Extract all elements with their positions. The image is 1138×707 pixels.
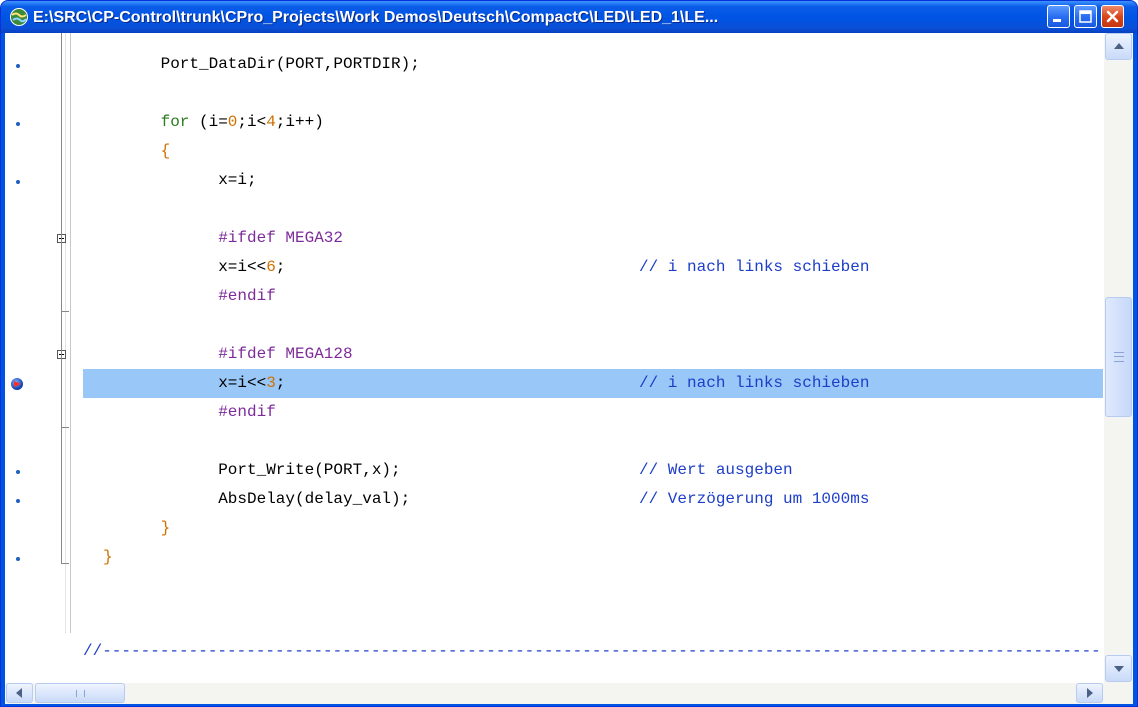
code-token: #ifdef MEGA128	[218, 345, 353, 363]
code-line[interactable]: #endif	[83, 282, 1103, 311]
code-token: }	[103, 548, 113, 566]
current-code-line[interactable]: x=i<< 3; // i nach links schieben	[83, 369, 1103, 398]
line-marker-dot[interactable]	[16, 64, 20, 68]
scroll-right-button[interactable]	[1076, 683, 1103, 703]
line-marker-dot[interactable]	[16, 557, 20, 561]
line-marker-dot[interactable]	[16, 180, 20, 184]
scroll-left-button[interactable]	[6, 683, 33, 703]
vertical-scroll-thumb[interactable]	[1105, 297, 1132, 417]
scroll-down-arrow-icon	[1114, 666, 1124, 672]
code-token: ;i++)	[275, 113, 324, 131]
scroll-right-arrow-icon	[1087, 688, 1093, 698]
editor-window: E:\SRC\CP-Control\trunk\CPro_Projects\Wo…	[0, 0, 1138, 707]
code-line[interactable]: x=i;	[83, 166, 1103, 195]
app-globe-icon[interactable]	[9, 7, 29, 27]
code-line[interactable]: #endif	[83, 398, 1103, 427]
code-token: }	[160, 519, 171, 537]
separator-comment: //--------------------------------------…	[83, 642, 1103, 660]
size-grip[interactable]	[1104, 683, 1133, 704]
code-line[interactable]: Port_Write(PORT,x); // Wert ausgeben	[83, 456, 1103, 485]
scroll-left-arrow-icon	[16, 688, 22, 698]
code-token: 4	[266, 113, 276, 131]
code-token: ;	[275, 258, 286, 276]
scroll-down-button[interactable]	[1105, 655, 1132, 682]
code-token: x=i<<	[218, 374, 267, 392]
scroll-up-button[interactable]	[1105, 33, 1132, 60]
code-token: 6	[266, 258, 276, 276]
code-token: 3	[266, 374, 276, 392]
close-icon	[1106, 10, 1119, 23]
scroll-up-arrow-icon	[1114, 43, 1124, 49]
code-line[interactable]: }	[83, 514, 1103, 543]
code-comment: // Wert ausgeben	[639, 461, 793, 479]
code-line[interactable]: {	[83, 137, 1103, 166]
current-position-arrow-icon	[11, 378, 23, 390]
code-token: AbsDelay(delay_val);	[218, 490, 411, 508]
minimize-button[interactable]	[1047, 5, 1070, 28]
code-area[interactable]: Port_DataDir(PORT,PORTDIR);for (i= 0 ;i< 4;…	[83, 33, 1103, 633]
close-button[interactable]	[1101, 5, 1124, 28]
code-line[interactable]: x=i<< 6; // i nach links schieben	[83, 253, 1103, 282]
line-marker-dot[interactable]	[16, 470, 20, 474]
window-title: E:\SRC\CP-Control\trunk\CPro_Projects\Wo…	[33, 9, 719, 26]
code-comment: // i nach links schieben	[639, 258, 870, 276]
line-marker-dot[interactable]	[16, 499, 20, 503]
code-line[interactable]: for (i= 0 ;i< 4 ;i++)	[83, 108, 1103, 137]
grip-icon	[1114, 352, 1124, 362]
fold-end-marker	[61, 311, 69, 312]
code-line[interactable]: Port_DataDir(PORT,PORTDIR);	[83, 50, 1103, 79]
maximize-button[interactable]	[1074, 5, 1097, 28]
maximize-icon	[1079, 10, 1092, 23]
code-token: 0	[227, 113, 238, 131]
code-token: #endif	[218, 403, 276, 421]
code-token: #endif	[218, 287, 276, 305]
code-comment: // i nach links schieben	[639, 374, 870, 392]
code-token: for	[160, 113, 190, 131]
code-comment: // Verzögerung um 1000ms	[639, 490, 870, 508]
code-token: Port_DataDir(PORT,PORTDIR);	[160, 55, 420, 73]
function-fold-end	[61, 563, 69, 564]
grip-icon	[76, 690, 85, 697]
code-token: ;i<	[237, 113, 267, 131]
code-token: x=i;	[218, 171, 257, 189]
title-bar[interactable]: E:\SRC\CP-Control\trunk\CPro_Projects\Wo…	[1, 1, 1137, 33]
fold-end-marker	[61, 427, 69, 428]
horizontal-scrollbar[interactable]	[5, 683, 1104, 704]
code-token: Port_Write(PORT,x);	[218, 461, 401, 479]
code-token: {	[160, 142, 171, 160]
code-line[interactable]: AbsDelay(delay_val); // Verzögerung um 10…	[83, 485, 1103, 514]
editor-client-area: Port_DataDir(PORT,PORTDIR);for (i= 0 ;i< 4;…	[5, 33, 1133, 704]
fold-divider	[70, 33, 71, 633]
minimize-icon	[1053, 19, 1061, 22]
code-token: ;	[275, 374, 286, 392]
code-token: #ifdef MEGA32	[218, 229, 344, 247]
code-line[interactable]: #ifdef MEGA128	[83, 340, 1103, 369]
gutter-divider	[65, 33, 66, 633]
horizontal-scroll-thumb[interactable]	[35, 683, 125, 703]
function-fold-line	[61, 33, 62, 563]
code-line[interactable]: #ifdef MEGA32	[83, 224, 1103, 253]
line-marker-dot[interactable]	[16, 122, 20, 126]
vertical-scrollbar[interactable]	[1104, 33, 1133, 683]
code-token: (i=	[189, 113, 228, 131]
code-token: x=i<<	[218, 258, 267, 276]
code-line[interactable]: }	[83, 543, 1103, 572]
